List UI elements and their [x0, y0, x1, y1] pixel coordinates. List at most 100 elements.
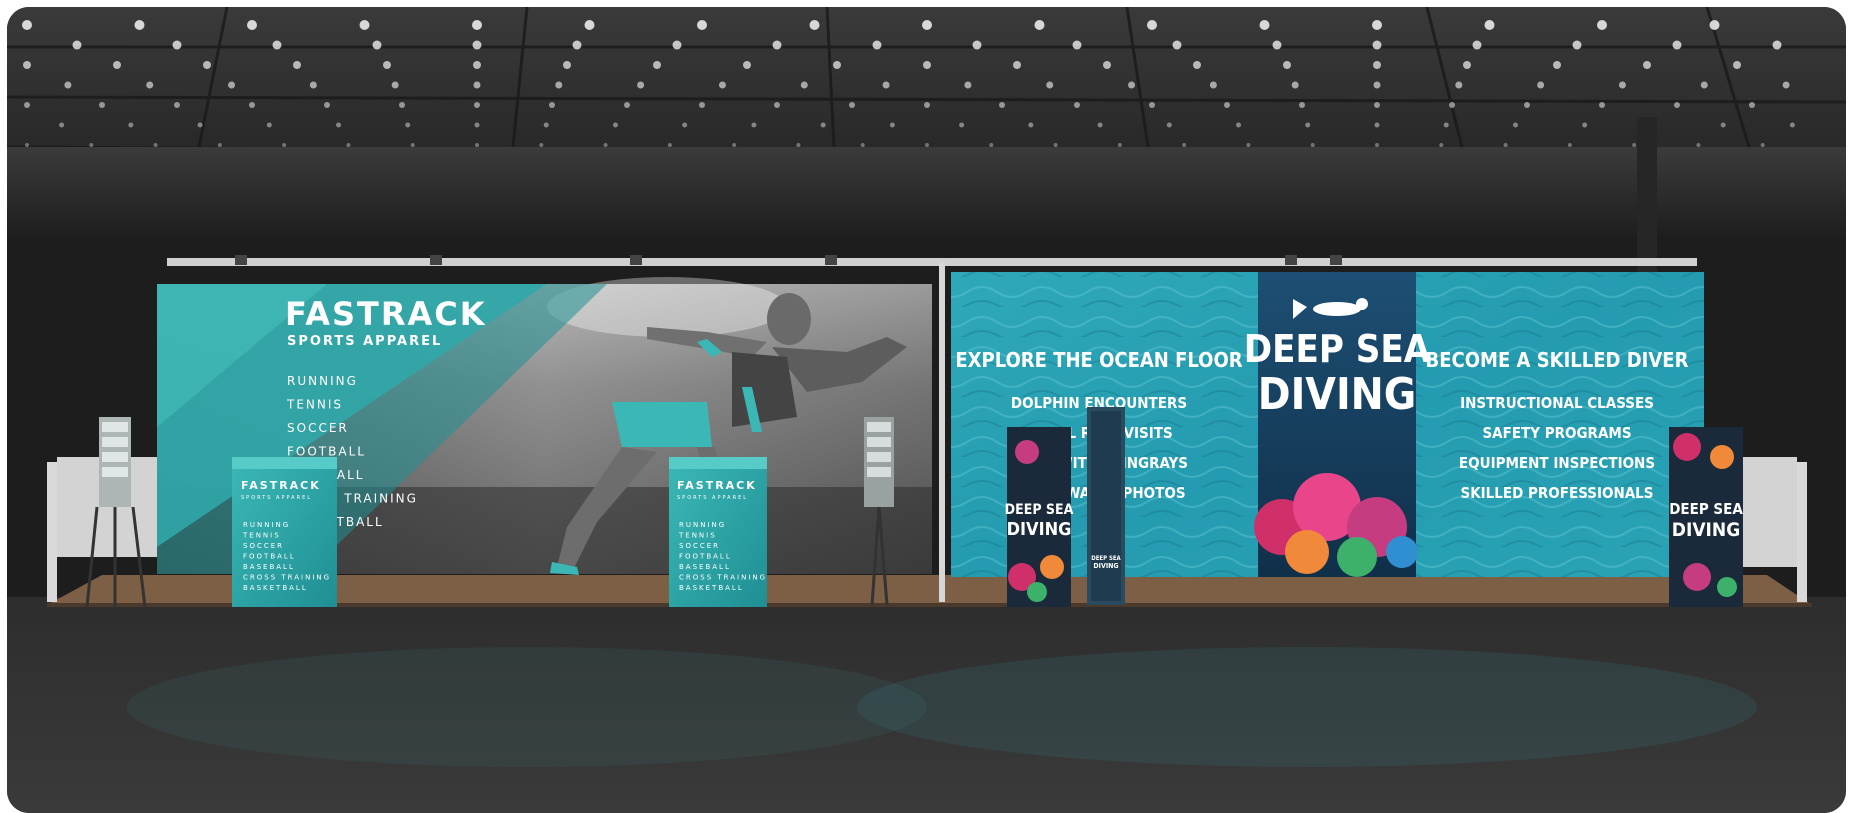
ceiling-light	[1782, 81, 1790, 89]
ceiling-light	[472, 40, 482, 50]
ceiling-light	[964, 81, 972, 89]
ceiling-light	[796, 143, 801, 147]
ceiling-light	[1373, 61, 1381, 69]
ceiling-light	[612, 122, 618, 128]
ceiling-light	[346, 143, 351, 147]
ceiling-light	[25, 143, 29, 147]
ceiling-light	[293, 61, 301, 69]
kiosk-left-line1: DEEP SEA	[1005, 502, 1074, 518]
kiosk-right-line2: DIVING	[1672, 519, 1740, 541]
ceiling-light	[1700, 81, 1708, 89]
counter-middle-item-0: RUNNING	[679, 521, 726, 529]
ceiling-light	[682, 122, 688, 128]
ceiling-light	[1733, 61, 1741, 69]
ceiling-light	[882, 81, 890, 89]
ceiling-light	[1567, 143, 1572, 147]
ceiling-light	[1709, 20, 1720, 30]
ceiling-light	[772, 40, 782, 50]
divider-pole	[939, 262, 945, 602]
ceiling-light	[833, 61, 841, 69]
ceiling-light	[751, 122, 757, 128]
counter-left-item-6: BASKETBALL	[243, 584, 308, 592]
floor-reflection-right	[857, 647, 1757, 767]
ceiling-light	[1484, 20, 1495, 30]
counter-left-item-5: CROSS TRAINING	[243, 574, 331, 582]
sport-item-3: FOOTBALL	[287, 445, 366, 459]
ceiling-light	[1772, 40, 1782, 50]
sport-item-1: TENNIS	[286, 398, 343, 412]
ceiling-light	[1720, 122, 1726, 128]
counter-middle-brand: FASTRACK	[677, 479, 757, 492]
ceiling-light	[1246, 143, 1251, 147]
ceiling-light	[146, 81, 154, 89]
ceiling-light	[99, 102, 105, 108]
ceiling-light	[889, 122, 895, 128]
back-wall	[7, 147, 1846, 237]
ceiling-light	[1512, 122, 1518, 128]
ceiling-light	[324, 102, 330, 108]
ceiling-light	[1046, 81, 1054, 89]
ceiling-light	[128, 122, 134, 128]
ceiling-light	[989, 143, 994, 147]
ceiling-light	[1463, 61, 1471, 69]
ceiling-light	[89, 143, 94, 147]
ceiling-light	[1103, 61, 1111, 69]
ceiling-light	[800, 81, 808, 89]
ceiling-light	[1472, 40, 1482, 50]
ceiling-light	[555, 81, 563, 89]
ceiling-light	[23, 61, 31, 69]
ceiling-light	[475, 143, 479, 147]
ceiling-light	[1599, 102, 1605, 108]
ceiling-light	[1166, 122, 1172, 128]
counter-middle-item-4: BASEBALL	[679, 563, 731, 571]
ceiling-light	[1789, 122, 1795, 128]
counter-left-item-0: RUNNING	[243, 521, 290, 529]
ceiling-light	[1172, 40, 1182, 50]
ceiling-light	[572, 40, 582, 50]
ceiling-light	[584, 20, 595, 30]
ceiling-light	[1193, 61, 1201, 69]
ceiling-light	[1310, 143, 1315, 147]
ceiling-light	[1696, 143, 1701, 147]
ceiling-light	[563, 61, 571, 69]
ceiling-light	[1632, 143, 1637, 147]
counter-left-brand: FASTRACK	[241, 479, 321, 492]
ceiling-light	[336, 122, 342, 128]
ceiling-light	[922, 20, 932, 30]
photo-frame: FASTRACK SPORTS APPAREL RUNNING TENNIS SOC…	[7, 7, 1846, 813]
ceiling-light	[153, 143, 158, 147]
ceiling-light	[473, 81, 481, 89]
ceiling-light	[134, 20, 145, 30]
center-title-line1: DEEP SEA	[1244, 327, 1431, 371]
ceiling-light	[743, 61, 751, 69]
right-item-3: SKILLED PROFESSIONALS	[1460, 484, 1653, 502]
ceiling-light	[1618, 81, 1626, 89]
ceiling-light	[1149, 102, 1155, 108]
sport-item-2: SOCCER	[287, 421, 349, 435]
ceiling-light	[266, 122, 272, 128]
ceiling-light	[1028, 122, 1034, 128]
ceiling-light	[1375, 143, 1379, 147]
ceiling-light	[1034, 20, 1045, 30]
ceiling-light	[1553, 61, 1561, 69]
ceiling-light	[372, 40, 382, 50]
ceiling-light	[1117, 143, 1122, 147]
counter-middle-item-5: CROSS TRAINING	[679, 574, 767, 582]
counter-middle-item-1: TENNIS	[678, 532, 717, 540]
right-heading: BECOME A SKILLED DIVER	[1426, 348, 1689, 372]
ceiling-light	[1013, 61, 1021, 69]
ceiling-light	[697, 20, 707, 30]
ceiling-light	[1053, 143, 1058, 147]
ceiling-light	[203, 61, 211, 69]
ceiling-light	[1674, 102, 1680, 108]
right-item-0: INSTRUCTIONAL CLASSES	[1460, 394, 1654, 412]
center-title-line2: DIVING	[1258, 369, 1417, 420]
ceiling-light	[113, 61, 121, 69]
ceiling-light	[410, 143, 415, 147]
ceiling-light	[1305, 122, 1311, 128]
ceiling-light	[1643, 61, 1651, 69]
ceiling-light	[972, 40, 982, 50]
ceiling-light	[653, 61, 661, 69]
ceiling-light	[383, 61, 391, 69]
ceiling-light	[174, 102, 180, 108]
